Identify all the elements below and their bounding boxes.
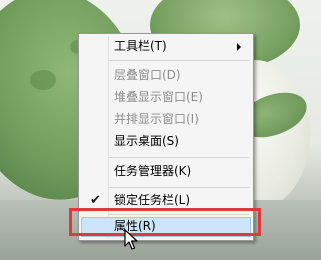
mouse-pointer-icon bbox=[124, 229, 138, 250]
menu-item-label: 并排显示窗口(I) bbox=[114, 112, 199, 126]
menu-item-toolbars[interactable]: 工具栏(T) bbox=[81, 37, 251, 56]
menu-separator bbox=[109, 157, 249, 158]
menu-separator bbox=[109, 187, 249, 188]
menu-item-cascade-windows[interactable]: 层叠窗口(D) bbox=[81, 66, 251, 85]
menu-item-label: 任务管理器(K) bbox=[114, 164, 192, 178]
menu-item-side-by-side-windows[interactable]: 并排显示窗口(I) bbox=[81, 110, 251, 129]
menu-separator bbox=[109, 60, 249, 61]
menu-item-label: 显示桌面(S) bbox=[114, 134, 179, 148]
menu-item-label: 工具栏(T) bbox=[114, 39, 167, 53]
menu-item-stack-windows[interactable]: 堆叠显示窗口(E) bbox=[81, 88, 251, 107]
wallpaper-spot bbox=[30, 70, 56, 90]
submenu-arrow-icon bbox=[237, 43, 241, 51]
menu-item-label: 堆叠显示窗口(E) bbox=[114, 90, 203, 104]
annotation-highlight-box bbox=[69, 208, 261, 236]
menu-item-show-desktop[interactable]: 显示桌面(S) bbox=[81, 132, 251, 151]
menu-item-task-manager[interactable]: 任务管理器(K) bbox=[81, 162, 251, 181]
menu-item-label: 层叠窗口(D) bbox=[114, 68, 181, 82]
